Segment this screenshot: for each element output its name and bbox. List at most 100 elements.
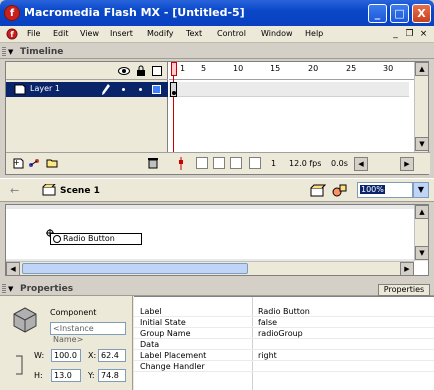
onion-skin-button[interactable]: [196, 157, 208, 169]
close-button[interactable]: X: [412, 4, 431, 23]
timeline-status-bar: + 1 12.0 fps 0.0s ◀ ▶: [6, 152, 430, 174]
param-row[interactable]: Data: [134, 340, 434, 350]
param-name: Change Handler: [140, 362, 205, 371]
zoom-field[interactable]: 100%: [357, 182, 413, 198]
menu-text[interactable]: Text: [186, 29, 202, 38]
collapse-arrow-icon[interactable]: ▼: [8, 285, 13, 293]
param-name: Data: [140, 340, 160, 349]
properties-tab[interactable]: Properties: [378, 284, 430, 296]
title-bar: f Macromedia Flash MX - [Untitled-5] _ □…: [0, 0, 434, 26]
lock-dot[interactable]: [139, 88, 142, 91]
menu-edit[interactable]: Edit: [53, 29, 69, 38]
menu-window[interactable]: Window: [261, 29, 293, 38]
properties-left: Component <Instance Name> W: 100.0 X: 62…: [0, 296, 133, 390]
flash-icon[interactable]: f: [4, 5, 20, 21]
edit-scene-icon[interactable]: [310, 183, 326, 197]
radio-button-component[interactable]: Radio Button: [50, 233, 142, 245]
component-type: Component: [50, 308, 97, 317]
current-frame: 1: [271, 159, 277, 168]
outline-icon[interactable]: [152, 66, 162, 76]
param-row[interactable]: Label Placement right: [134, 351, 434, 361]
param-name: Label Placement: [140, 351, 207, 360]
eye-icon[interactable]: [118, 66, 130, 76]
radio-label: Radio Button: [63, 234, 115, 243]
scroll-down-button[interactable]: ▼: [415, 137, 429, 151]
panel-grip[interactable]: [2, 284, 6, 294]
timeline-vscroll[interactable]: ▲ ▼: [414, 62, 429, 152]
doc-close-button[interactable]: ×: [418, 29, 429, 39]
timeline-header[interactable]: ▼ Timeline: [0, 45, 434, 59]
visibility-dot[interactable]: [122, 88, 125, 91]
document-icon[interactable]: f: [6, 28, 18, 40]
scroll-thumb[interactable]: [22, 263, 248, 274]
param-row[interactable]: Group Name radioGroup: [134, 329, 434, 339]
scroll-left-button[interactable]: ◀: [6, 262, 20, 276]
modify-markers-button[interactable]: [249, 157, 261, 169]
edit-symbols-icon[interactable]: [332, 183, 348, 197]
add-layer-icon[interactable]: +: [12, 157, 24, 169]
width-label: W:: [34, 351, 45, 360]
center-frame-icon[interactable]: [177, 157, 185, 170]
back-arrow-icon[interactable]: ←: [10, 184, 19, 197]
scroll-right-button[interactable]: ▶: [400, 157, 414, 171]
trash-icon[interactable]: [148, 157, 158, 169]
stage-canvas[interactable]: Radio Button: [6, 209, 414, 259]
width-input[interactable]: 100.0: [51, 349, 81, 362]
panel-grip[interactable]: [2, 47, 6, 57]
layer-row[interactable]: Layer 1: [6, 82, 168, 97]
chevron-down-icon[interactable]: ▼: [413, 182, 429, 198]
x-input[interactable]: 62.4: [98, 349, 126, 362]
maximize-button[interactable]: □: [390, 4, 409, 23]
menu-view[interactable]: View: [80, 29, 99, 38]
param-row[interactable]: Label Radio Button: [134, 307, 434, 317]
lock-icon[interactable]: [136, 65, 146, 77]
doc-minimize-button[interactable]: _: [390, 29, 401, 39]
height-input[interactable]: 13.0: [51, 369, 81, 382]
keyframe[interactable]: [170, 82, 177, 97]
y-input[interactable]: 74.8: [98, 369, 126, 382]
lock-proportions-icon[interactable]: [14, 352, 26, 378]
ruler-label: 15: [270, 64, 281, 73]
menu-help[interactable]: Help: [305, 29, 323, 38]
doc-restore-button[interactable]: ❐: [404, 29, 415, 39]
param-row[interactable]: Change Handler: [134, 362, 434, 372]
zoom-value[interactable]: 100%: [360, 185, 385, 194]
outline-color-swatch[interactable]: [152, 85, 161, 94]
menu-insert[interactable]: Insert: [110, 29, 133, 38]
param-value[interactable]: Radio Button: [258, 307, 310, 316]
insert-folder-icon[interactable]: [46, 157, 58, 169]
layer-name[interactable]: Layer 1: [30, 84, 60, 93]
menu-control[interactable]: Control: [217, 29, 246, 38]
param-value[interactable]: false: [258, 318, 277, 327]
param-row[interactable]: Initial State false: [134, 318, 434, 328]
menu-file[interactable]: File: [27, 29, 40, 38]
layer-frames[interactable]: [169, 82, 409, 97]
frame-ruler[interactable]: 1 5 10 15 20 25 30: [169, 62, 414, 80]
playhead[interactable]: [171, 62, 177, 76]
svg-text:f: f: [10, 30, 14, 39]
layer-header: [6, 62, 168, 80]
stage-hscroll[interactable]: ◀ ▶: [6, 261, 414, 276]
param-value[interactable]: right: [258, 351, 277, 360]
add-guide-layer-icon[interactable]: [28, 157, 42, 169]
y-label: Y:: [88, 371, 95, 380]
scene-label: Scene 1: [60, 186, 100, 196]
minimize-button[interactable]: _: [368, 4, 387, 23]
ruler-label: 5: [201, 64, 207, 73]
scroll-up-button[interactable]: ▲: [415, 205, 429, 219]
param-value[interactable]: radioGroup: [258, 329, 303, 338]
stage-vscroll[interactable]: ▲ ▼: [414, 205, 429, 261]
menu-modify[interactable]: Modify: [147, 29, 174, 38]
scroll-right-button[interactable]: ▶: [400, 262, 414, 276]
scroll-down-button[interactable]: ▼: [415, 246, 429, 260]
edit-multiple-frames-button[interactable]: [230, 157, 242, 169]
properties-title: Properties: [20, 284, 74, 294]
scroll-up-button[interactable]: ▲: [415, 62, 429, 76]
scroll-left-button[interactable]: ◀: [354, 157, 368, 171]
collapse-arrow-icon[interactable]: ▼: [8, 48, 13, 56]
onion-outlines-button[interactable]: [213, 157, 225, 169]
timeline-title: Timeline: [20, 47, 64, 57]
properties-header[interactable]: ▼ Properties: [0, 282, 434, 296]
stage[interactable]: Radio Button ▲ ▼ ◀ ▶: [5, 204, 429, 276]
instance-name-input[interactable]: <Instance Name>: [50, 322, 126, 344]
